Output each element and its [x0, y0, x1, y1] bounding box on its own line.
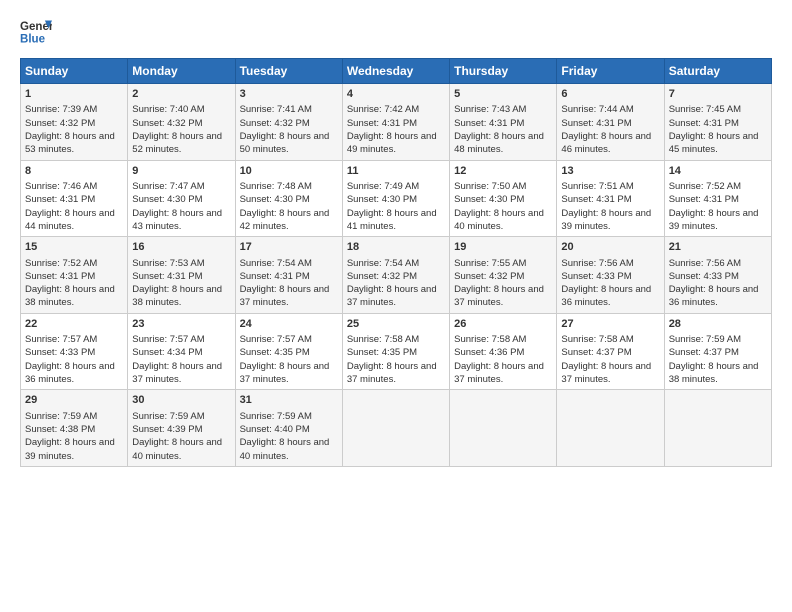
calendar-cell: 10Sunrise: 7:48 AMSunset: 4:30 PMDayligh…	[235, 160, 342, 237]
day-number: 8	[25, 164, 123, 179]
day-number: 5	[454, 87, 552, 102]
calendar-cell: 25Sunrise: 7:58 AMSunset: 4:35 PMDayligh…	[342, 313, 449, 390]
calendar-cell: 8Sunrise: 7:46 AMSunset: 4:31 PMDaylight…	[21, 160, 128, 237]
day-number: 12	[454, 164, 552, 179]
week-row-3: 15Sunrise: 7:52 AMSunset: 4:31 PMDayligh…	[21, 237, 772, 314]
day-number: 9	[132, 164, 230, 179]
day-number: 22	[25, 317, 123, 332]
calendar-cell: 11Sunrise: 7:49 AMSunset: 4:30 PMDayligh…	[342, 160, 449, 237]
day-number: 10	[240, 164, 338, 179]
week-row-5: 29Sunrise: 7:59 AMSunset: 4:38 PMDayligh…	[21, 390, 772, 467]
col-header-thursday: Thursday	[450, 59, 557, 84]
calendar-cell: 19Sunrise: 7:55 AMSunset: 4:32 PMDayligh…	[450, 237, 557, 314]
week-row-2: 8Sunrise: 7:46 AMSunset: 4:31 PMDaylight…	[21, 160, 772, 237]
day-number: 24	[240, 317, 338, 332]
calendar-cell: 23Sunrise: 7:57 AMSunset: 4:34 PMDayligh…	[128, 313, 235, 390]
day-number: 30	[132, 393, 230, 408]
day-number: 13	[561, 164, 659, 179]
day-number: 17	[240, 240, 338, 255]
day-number: 28	[669, 317, 767, 332]
logo-icon: General Blue	[20, 16, 52, 48]
col-header-sunday: Sunday	[21, 59, 128, 84]
day-number: 21	[669, 240, 767, 255]
calendar-cell: 3Sunrise: 7:41 AMSunset: 4:32 PMDaylight…	[235, 84, 342, 161]
calendar-cell: 1Sunrise: 7:39 AMSunset: 4:32 PMDaylight…	[21, 84, 128, 161]
calendar-table: SundayMondayTuesdayWednesdayThursdayFrid…	[20, 58, 772, 467]
day-number: 4	[347, 87, 445, 102]
day-number: 15	[25, 240, 123, 255]
calendar-cell: 24Sunrise: 7:57 AMSunset: 4:35 PMDayligh…	[235, 313, 342, 390]
day-number: 2	[132, 87, 230, 102]
calendar-cell: 29Sunrise: 7:59 AMSunset: 4:38 PMDayligh…	[21, 390, 128, 467]
day-number: 14	[669, 164, 767, 179]
calendar-cell: 5Sunrise: 7:43 AMSunset: 4:31 PMDaylight…	[450, 84, 557, 161]
calendar-cell: 17Sunrise: 7:54 AMSunset: 4:31 PMDayligh…	[235, 237, 342, 314]
header: General Blue	[20, 16, 772, 48]
week-row-4: 22Sunrise: 7:57 AMSunset: 4:33 PMDayligh…	[21, 313, 772, 390]
page: General Blue SundayMondayTuesdayWednesda…	[0, 0, 792, 612]
calendar-cell: 20Sunrise: 7:56 AMSunset: 4:33 PMDayligh…	[557, 237, 664, 314]
calendar-cell: 7Sunrise: 7:45 AMSunset: 4:31 PMDaylight…	[664, 84, 771, 161]
calendar-cell: 22Sunrise: 7:57 AMSunset: 4:33 PMDayligh…	[21, 313, 128, 390]
col-header-saturday: Saturday	[664, 59, 771, 84]
calendar-cell: 21Sunrise: 7:56 AMSunset: 4:33 PMDayligh…	[664, 237, 771, 314]
day-number: 11	[347, 164, 445, 179]
calendar-cell: 4Sunrise: 7:42 AMSunset: 4:31 PMDaylight…	[342, 84, 449, 161]
calendar-cell	[450, 390, 557, 467]
day-number: 31	[240, 393, 338, 408]
week-row-1: 1Sunrise: 7:39 AMSunset: 4:32 PMDaylight…	[21, 84, 772, 161]
day-number: 27	[561, 317, 659, 332]
col-header-tuesday: Tuesday	[235, 59, 342, 84]
day-number: 18	[347, 240, 445, 255]
calendar-cell: 27Sunrise: 7:58 AMSunset: 4:37 PMDayligh…	[557, 313, 664, 390]
col-header-friday: Friday	[557, 59, 664, 84]
col-header-monday: Monday	[128, 59, 235, 84]
calendar-cell: 30Sunrise: 7:59 AMSunset: 4:39 PMDayligh…	[128, 390, 235, 467]
calendar-cell: 9Sunrise: 7:47 AMSunset: 4:30 PMDaylight…	[128, 160, 235, 237]
calendar-cell	[557, 390, 664, 467]
col-header-wednesday: Wednesday	[342, 59, 449, 84]
calendar-cell: 14Sunrise: 7:52 AMSunset: 4:31 PMDayligh…	[664, 160, 771, 237]
day-number: 1	[25, 87, 123, 102]
calendar-cell: 16Sunrise: 7:53 AMSunset: 4:31 PMDayligh…	[128, 237, 235, 314]
calendar-cell: 12Sunrise: 7:50 AMSunset: 4:30 PMDayligh…	[450, 160, 557, 237]
calendar-cell: 31Sunrise: 7:59 AMSunset: 4:40 PMDayligh…	[235, 390, 342, 467]
calendar-cell	[664, 390, 771, 467]
day-number: 7	[669, 87, 767, 102]
header-row: SundayMondayTuesdayWednesdayThursdayFrid…	[21, 59, 772, 84]
day-number: 25	[347, 317, 445, 332]
day-number: 3	[240, 87, 338, 102]
calendar-cell: 28Sunrise: 7:59 AMSunset: 4:37 PMDayligh…	[664, 313, 771, 390]
calendar-cell	[342, 390, 449, 467]
logo: General Blue	[20, 16, 52, 48]
day-number: 23	[132, 317, 230, 332]
calendar-cell: 18Sunrise: 7:54 AMSunset: 4:32 PMDayligh…	[342, 237, 449, 314]
calendar-cell: 15Sunrise: 7:52 AMSunset: 4:31 PMDayligh…	[21, 237, 128, 314]
day-number: 20	[561, 240, 659, 255]
day-number: 16	[132, 240, 230, 255]
day-number: 26	[454, 317, 552, 332]
calendar-cell: 6Sunrise: 7:44 AMSunset: 4:31 PMDaylight…	[557, 84, 664, 161]
day-number: 19	[454, 240, 552, 255]
calendar-cell: 2Sunrise: 7:40 AMSunset: 4:32 PMDaylight…	[128, 84, 235, 161]
day-number: 6	[561, 87, 659, 102]
day-number: 29	[25, 393, 123, 408]
calendar-cell: 13Sunrise: 7:51 AMSunset: 4:31 PMDayligh…	[557, 160, 664, 237]
calendar-cell: 26Sunrise: 7:58 AMSunset: 4:36 PMDayligh…	[450, 313, 557, 390]
svg-text:Blue: Blue	[20, 34, 46, 46]
